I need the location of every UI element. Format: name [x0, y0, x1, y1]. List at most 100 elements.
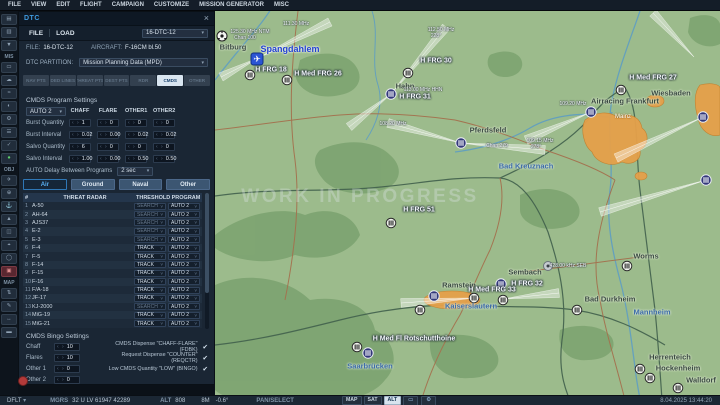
heliport-icon[interactable] [469, 293, 480, 304]
airfield-icon[interactable] [428, 290, 440, 302]
cmds-value-cell-burst-interval-flare[interactable]: ‹ ›0.00 [97, 131, 119, 139]
table-scrollbar[interactable] [205, 193, 209, 329]
dtc-tab-other[interactable]: OTHER [184, 75, 210, 86]
stepper-arrows-icon[interactable]: ‹ › [57, 366, 65, 372]
cmds-value-cell-salvo-interval-chaff[interactable]: ‹ ›1.00 [69, 155, 91, 163]
cmds-program-dropdown[interactable]: AUTO 2 ▾ [26, 107, 66, 116]
threshold-dropdown[interactable]: TRACK˅ [134, 261, 166, 268]
stepper-arrows-icon[interactable]: ‹ › [128, 132, 136, 138]
vehicle-button[interactable]: ▲ [1, 214, 17, 225]
stepper-arrows-icon[interactable]: ‹ › [100, 156, 108, 162]
measure-button[interactable]: ⇅ [1, 288, 17, 299]
cmds-value-cell-burst-quantity-other1[interactable]: ‹ ›0 [125, 119, 147, 127]
threshold-dropdown[interactable]: TRACK˅ [134, 278, 166, 285]
stepper-arrows-icon[interactable]: ‹ › [156, 156, 164, 162]
cmds-value-cell-salvo-quantity-other1[interactable]: ‹ ›0 [125, 143, 147, 151]
stepper-arrows-icon[interactable]: ‹ › [57, 344, 65, 350]
heliport-icon[interactable] [386, 218, 397, 229]
program-dropdown[interactable]: AUTO 2˅ [168, 303, 200, 310]
cmds-value-cell-salvo-interval-other2[interactable]: ‹ ›0.50 [153, 155, 175, 163]
time-button[interactable]: ◐ [1, 101, 17, 112]
program-dropdown[interactable]: AUTO 2˅ [168, 236, 200, 243]
heliport-icon[interactable] [572, 305, 583, 316]
helicopter-button[interactable]: ⊕ [1, 188, 17, 199]
dtc-tab-dest-pts[interactable]: DEST PTS [104, 75, 130, 86]
stepper-arrows-icon[interactable]: ‹ › [100, 132, 108, 138]
program-dropdown[interactable]: AUTO 2˅ [168, 295, 200, 302]
stepper-arrows-icon[interactable]: ‹ › [57, 355, 65, 361]
dtc-file-dropdown[interactable]: 16-DTC-12 ▾ [142, 29, 208, 38]
airfield-icon[interactable] [362, 347, 374, 359]
stepper-arrows-icon[interactable]: ‹ › [100, 144, 108, 150]
bingo-value-cell-flares[interactable]: ‹ ›10 [54, 354, 80, 362]
cmds-value-cell-burst-quantity-flare[interactable]: ‹ ›0 [97, 119, 119, 127]
menu-customize[interactable]: CUSTOMIZE [149, 2, 194, 8]
airfield-icon[interactable] [700, 174, 712, 186]
dtc-tab-ded-lines[interactable]: DED LINES [50, 75, 76, 86]
status-indicator-button[interactable]: ● [1, 153, 17, 164]
static-object-button[interactable]: ◫ [1, 227, 17, 238]
stepper-arrows-icon[interactable]: ‹ › [72, 156, 80, 162]
heliport-icon[interactable] [282, 75, 293, 86]
stepper-arrows-icon[interactable]: ‹ › [72, 144, 80, 150]
draw-button[interactable]: ✎ [1, 301, 17, 312]
open-mission-button[interactable]: ▥ [1, 27, 17, 38]
threshold-dropdown[interactable]: TRACK˅ [134, 245, 166, 252]
summary-button[interactable]: ☰ [1, 127, 17, 138]
program-dropdown[interactable]: AUTO 2˅ [168, 228, 200, 235]
heliport-icon[interactable] [498, 295, 509, 306]
airfield-icon[interactable] [697, 111, 709, 123]
bingo-value-cell-chaff[interactable]: ‹ ›10 [54, 343, 80, 351]
stepper-arrows-icon[interactable]: ‹ › [156, 120, 164, 126]
measure-button[interactable]: ▭ [403, 396, 418, 405]
validate-button[interactable]: ✓ [1, 140, 17, 151]
zone-button[interactable]: ◯ [1, 253, 17, 264]
dtc-window-titlebar[interactable]: DTC × [19, 12, 214, 26]
template-button[interactable]: ⌖ [1, 240, 17, 251]
threshold-dropdown[interactable]: SEARCH˅ [134, 219, 166, 226]
cmds-value-cell-salvo-quantity-other2[interactable]: ‹ ›0 [153, 143, 175, 151]
program-dropdown[interactable]: AUTO 2˅ [168, 261, 200, 268]
cmds-value-cell-burst-quantity-other2[interactable]: ‹ ›0 [153, 119, 175, 127]
bingo-option-request-dispense[interactable]: Request Dispense "COUNTER" (REQCTR)✔ [99, 353, 208, 364]
stepper-arrows-icon[interactable]: ‹ › [57, 377, 65, 383]
threshold-dropdown[interactable]: SEARCH˅ [134, 228, 166, 235]
table-row-mig-19[interactable]: 14MiG-19TRACK˅AUTO 2˅ [23, 311, 202, 319]
heliport-icon[interactable] [352, 342, 363, 353]
threshold-dropdown[interactable]: SEARCH˅ [134, 236, 166, 243]
program-dropdown[interactable]: AUTO 2˅ [168, 320, 200, 327]
file-menu-button[interactable]: FILE [25, 30, 47, 37]
map-viewport[interactable]: SpangdahlemBitburgHahnPferdsfeldWiesbade… [215, 11, 720, 395]
heliport-icon[interactable] [673, 383, 684, 394]
airfield-icon[interactable] [385, 88, 397, 100]
menu-edit[interactable]: EDIT [51, 2, 75, 8]
heliport-icon[interactable] [616, 85, 627, 96]
stepper-arrows-icon[interactable]: ‹ › [100, 120, 108, 126]
program-dropdown[interactable]: AUTO 2˅ [168, 287, 200, 294]
stepper-arrows-icon[interactable]: ‹ › [128, 156, 136, 162]
profile-dropdown[interactable]: DFLT ▾ [7, 397, 26, 404]
ndb-icon[interactable] [543, 261, 553, 271]
heliport-icon[interactable] [622, 261, 633, 272]
partition-dropdown[interactable]: Mission Planning Data (MPD) ▾ [79, 58, 208, 67]
threshold-dropdown[interactable]: SEARCH˅ [134, 203, 166, 210]
menu-flight[interactable]: FLIGHT [75, 2, 107, 8]
cmds-value-cell-burst-interval-chaff[interactable]: ‹ ›0.02 [69, 131, 91, 139]
cmds-value-cell-burst-quantity-chaff[interactable]: ‹ ›1 [69, 119, 91, 127]
threshold-dropdown[interactable]: TRACK˅ [134, 253, 166, 260]
bingo-option-low-cmds-quantity[interactable]: Low CMDS Quantity "LOW" (BINGO)✔ [99, 364, 208, 375]
save-mission-button[interactable]: ▼ [1, 40, 17, 51]
threshold-dropdown[interactable]: SEARCH˅ [134, 303, 166, 310]
heliport-icon[interactable] [415, 305, 426, 316]
program-dropdown[interactable]: AUTO 2˅ [168, 270, 200, 277]
dtc-tab-threat-pts[interactable]: THREAT PTS [77, 75, 103, 86]
stepper-arrows-icon[interactable]: ‹ › [72, 132, 80, 138]
menu-view[interactable]: VIEW [26, 2, 51, 8]
player-icon[interactable]: ✈ [251, 53, 264, 66]
menu-file[interactable]: FILE [3, 2, 26, 8]
layers-button[interactable]: ▬ [1, 327, 17, 338]
heliport-icon[interactable] [403, 68, 414, 79]
delete-button[interactable]: ▣ [1, 266, 17, 277]
cmds-value-cell-salvo-interval-flare[interactable]: ‹ ›0.00 [97, 155, 119, 163]
menu-misc[interactable]: MISC [269, 2, 294, 8]
